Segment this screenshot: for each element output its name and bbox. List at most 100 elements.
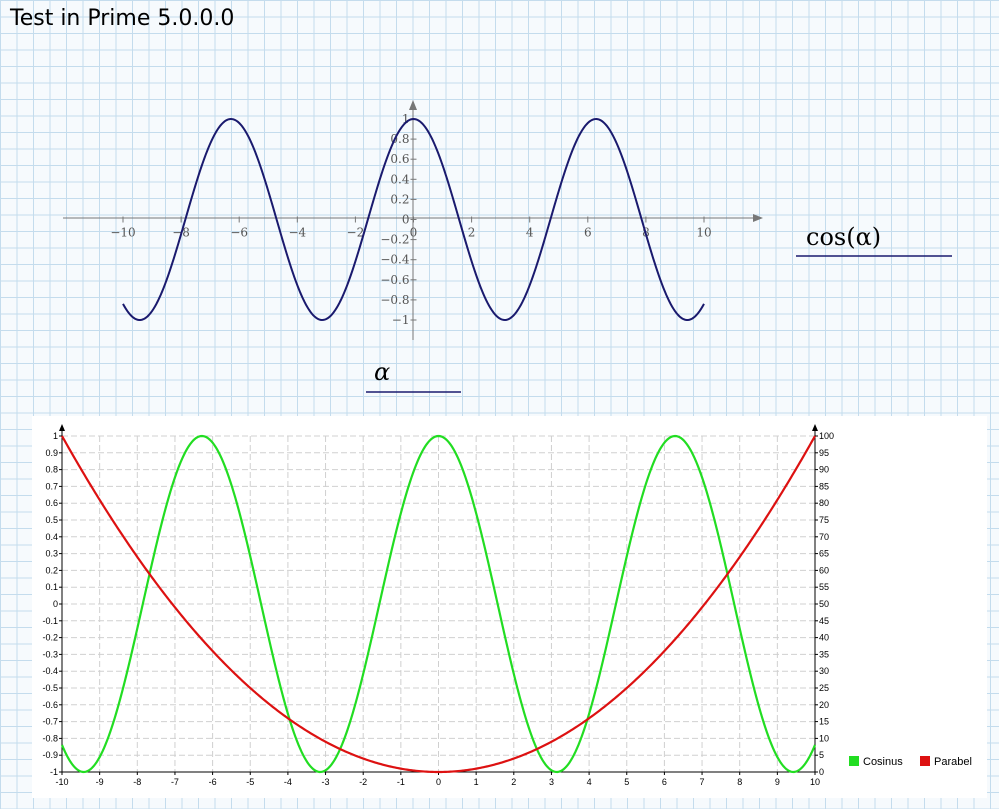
right-y-tick-label: 35 — [819, 649, 829, 659]
y-tick-label: −0.2 — [380, 233, 409, 247]
x-tick-label: 10 — [810, 777, 820, 787]
right-y-tick-label: 55 — [819, 582, 829, 592]
left-y-tick-label: -0.8 — [42, 733, 58, 743]
x-tick-label: 4 — [587, 777, 592, 787]
left-y-tick-label: 1 — [53, 431, 58, 441]
cos-plot[interactable]: −10 −8 −6 −4 −2 0 2 4 6 8 10 10.80.60.40.20−0.2−0.… — [0, 0, 999, 415]
legend-label-parabel: Parabel — [934, 756, 972, 768]
left-y-axis-arrow — [59, 424, 65, 431]
chart-grid — [61, 435, 816, 773]
right-y-tick-label: 0 — [819, 767, 824, 777]
x-tick-label: 2 — [468, 226, 476, 240]
left-y-tick-label: 0.7 — [45, 481, 58, 491]
right-y-axis-arrow — [812, 424, 818, 431]
y-tick-label: −1 — [392, 313, 410, 327]
x-axis-label[interactable]: α — [374, 358, 390, 386]
x-tick-label: -3 — [322, 777, 330, 787]
left-y-tick-label: -0.7 — [42, 717, 58, 727]
left-y-tick-label: 0.9 — [45, 448, 58, 458]
left-y-tick-label: -1 — [50, 767, 58, 777]
x-tick-label: -8 — [133, 777, 141, 787]
left-y-tick-label: 0.1 — [45, 582, 58, 592]
right-y-tick-label: 70 — [819, 532, 829, 542]
x-tick-label: −6 — [230, 226, 248, 240]
right-y-tick-label: 100 — [819, 431, 834, 441]
x-tick-label: −10 — [110, 226, 135, 240]
right-y-tick-label: 30 — [819, 666, 829, 676]
x-tick-label: 3 — [549, 777, 554, 787]
x-tick-label: 7 — [700, 777, 705, 787]
legend-swatch-parabel — [920, 756, 930, 766]
left-y-tick-label: -0.9 — [42, 750, 58, 760]
left-y-tick-label: -0.5 — [42, 683, 58, 693]
x-tick-label: 5 — [624, 777, 629, 787]
y-axis-arrow — [409, 100, 417, 110]
left-y-tick-label: 0.8 — [45, 465, 58, 475]
x-tick-label: 1 — [474, 777, 479, 787]
x-axis-arrow — [753, 214, 763, 222]
x-tick-label: -1 — [397, 777, 405, 787]
chart-component[interactable]: -10 -9 -8 -7 -6 -5 -4 -3 -2 -1 0 1 2 3 4 5 6 7 8 9 10 1 0.9 0.… — [32, 416, 987, 798]
x-tick-label: 6 — [662, 777, 667, 787]
x-tick-label: -2 — [359, 777, 367, 787]
left-y-tick-label: -0.1 — [42, 616, 58, 626]
y-tick-label: 0.6 — [390, 152, 409, 166]
right-y-tick-label: 40 — [819, 633, 829, 643]
x-tick-label: 4 — [526, 226, 534, 240]
y-tick-label: 0 — [402, 213, 410, 227]
left-y-tick-label: 0.5 — [45, 515, 58, 525]
right-y-tick-label: 5 — [819, 750, 824, 760]
dual-axis-chart: -10 -9 -8 -7 -6 -5 -4 -3 -2 -1 0 1 2 3 4 5 6 7 8 9 10 10.90.… — [42, 424, 972, 787]
x-tick-label: 0 — [436, 777, 441, 787]
x-tick-label: 10 — [696, 226, 711, 240]
x-tick-label: -4 — [284, 777, 292, 787]
left-y-tick-label: 0.4 — [45, 532, 58, 542]
right-y-tick-label: 25 — [819, 683, 829, 693]
right-y-tick-label: 85 — [819, 481, 829, 491]
x-tick-label: -6 — [209, 777, 217, 787]
right-y-tick-label: 95 — [819, 448, 829, 458]
right-y-tick-label: 65 — [819, 549, 829, 559]
x-tick-label: −2 — [347, 226, 365, 240]
x-tick-label: -9 — [96, 777, 104, 787]
chart-right-y-ticks: 1009590858075706560555045403530252015105… — [815, 431, 834, 777]
legend-swatch-cosinus — [849, 756, 859, 766]
left-y-tick-label: -0.3 — [42, 649, 58, 659]
x-tick-label: −4 — [288, 226, 306, 240]
left-y-tick-label: -0.6 — [42, 700, 58, 710]
left-y-tick-label: 0 — [53, 599, 58, 609]
left-y-tick-label: 0.2 — [45, 565, 58, 575]
y-axis-label[interactable]: cos(α) — [806, 223, 881, 251]
x-tick-label: 6 — [584, 226, 592, 240]
y-tick-label: −0.4 — [380, 253, 410, 267]
x-tick-label: 2 — [511, 777, 516, 787]
right-y-tick-label: 75 — [819, 515, 829, 525]
right-y-tick-label: 45 — [819, 616, 829, 626]
legend-label-cosinus: Cosinus — [863, 756, 903, 768]
cos-plot-y-ticks: 10.80.60.40.20−0.2−0.4−0.6−0.8−1 — [380, 112, 417, 327]
right-y-tick-label: 90 — [819, 465, 829, 475]
x-tick-label: -5 — [246, 777, 254, 787]
x-tick-label: 8 — [737, 777, 742, 787]
right-y-tick-label: 60 — [819, 565, 829, 575]
x-tick-label: 9 — [775, 777, 780, 787]
chart-legend: Cosinus Parabel — [849, 756, 972, 768]
right-y-tick-label: 10 — [819, 733, 829, 743]
left-y-tick-label: -0.4 — [42, 666, 58, 676]
right-y-tick-label: 80 — [819, 498, 829, 508]
left-y-tick-label: -0.2 — [42, 633, 58, 643]
right-y-tick-label: 50 — [819, 599, 829, 609]
x-tick-label: -7 — [171, 777, 179, 787]
chart-left-y-ticks: 1 0.9 0.8 0.7 0.6 0.5 0.4 0.3 0.2 0.1 0 -0.1 -0.2 -0.… — [42, 431, 62, 777]
x-tick-label: 0 — [410, 226, 418, 240]
y-tick-label: 0.4 — [390, 172, 409, 186]
right-y-tick-label: 15 — [819, 717, 829, 727]
left-y-tick-label: 0.6 — [45, 498, 58, 508]
left-y-tick-label: 0.3 — [45, 549, 58, 559]
y-tick-label: −0.8 — [380, 293, 409, 307]
right-y-tick-label: 20 — [819, 700, 829, 710]
chart-x-ticks: -10 -9 -8 -7 -6 -5 -4 -3 -2 -1 0 1 2 3 4 5 6 7 8 9 10 — [55, 772, 820, 787]
x-tick-label: -10 — [55, 777, 68, 787]
y-tick-label: 0.2 — [390, 192, 409, 206]
y-tick-label: −0.6 — [380, 273, 409, 287]
